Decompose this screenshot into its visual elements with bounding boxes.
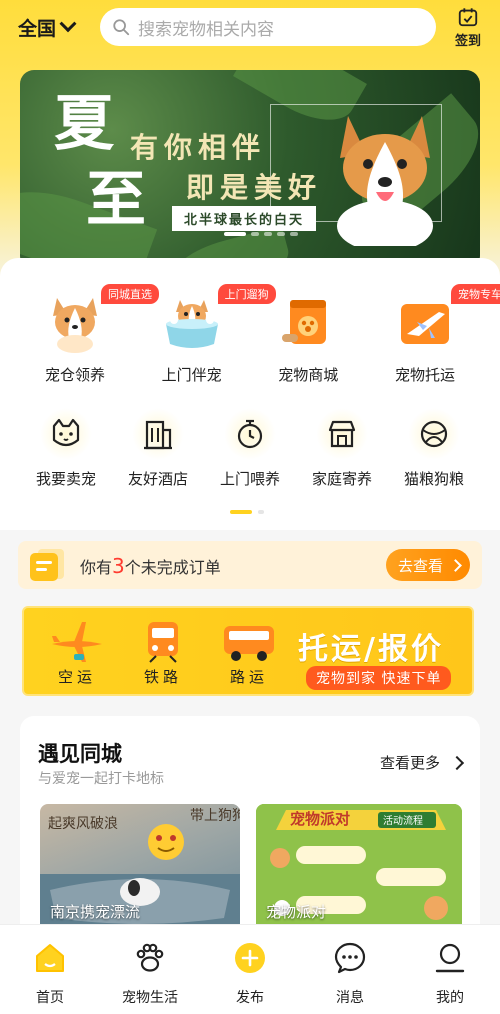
mode-label: 空运 bbox=[57, 668, 96, 686]
card-caption: 南京携宠漂流 bbox=[50, 903, 141, 921]
shipping-title: 托运/报价 bbox=[298, 632, 444, 667]
service-pet-shipping[interactable]: 宠物专车 宠物托运 bbox=[370, 284, 500, 385]
svg-text:起爽风破浪: 起爽风破浪 bbox=[48, 816, 118, 832]
section-title: 遇见同城 bbox=[38, 742, 122, 766]
building-icon bbox=[144, 420, 172, 450]
service-label: 我要卖宠 bbox=[35, 470, 96, 488]
mode-road[interactable]: 路运 bbox=[214, 618, 284, 687]
dog-bath-icon bbox=[165, 300, 218, 348]
cat-face-icon bbox=[52, 418, 80, 447]
service-foster[interactable]: 家庭寄养 bbox=[296, 408, 388, 489]
service-label: 宠物托运 bbox=[394, 366, 455, 384]
mode-label: 路运 bbox=[229, 668, 268, 686]
city-selector[interactable]: 全国 bbox=[18, 14, 77, 41]
mode-air[interactable]: 空运 bbox=[42, 618, 112, 687]
service-label: 友好酒店 bbox=[127, 470, 188, 488]
stopwatch-icon bbox=[237, 419, 263, 449]
view-more-link[interactable]: 查看更多 bbox=[380, 752, 462, 773]
tab-label: 宠物生活 bbox=[122, 990, 178, 1006]
banner-tag: 北半球最长的白天 bbox=[172, 206, 317, 231]
tab-label: 我的 bbox=[436, 990, 464, 1006]
checkin-button[interactable]: 签到 bbox=[448, 6, 488, 49]
paw-icon bbox=[136, 943, 164, 972]
search-placeholder: 搜索宠物相关内容 bbox=[138, 19, 274, 40]
view-more-label: 查看更多 bbox=[379, 754, 440, 772]
primary-services: 同城直选 宠仓领养 上门遛狗 上门伴宠 宠物商城 宠物专车 宠物托运 bbox=[20, 284, 500, 385]
banner-line-1: 有你相伴 bbox=[130, 131, 267, 164]
pet-food-bag-icon bbox=[282, 300, 327, 344]
tab-label: 发布 bbox=[236, 990, 264, 1006]
service-label: 家庭寄养 bbox=[311, 470, 372, 488]
corgi-icon bbox=[53, 298, 97, 353]
nearby-card[interactable]: 宠物派对 活动流程 宠物派对 bbox=[256, 804, 462, 934]
calendar-icon bbox=[458, 8, 478, 27]
service-sell-pet[interactable]: 我要卖宠 bbox=[20, 408, 112, 489]
view-orders-label: 去查看 bbox=[398, 556, 444, 575]
service-label: 上门伴宠 bbox=[161, 366, 222, 384]
card-caption: 宠物派对 bbox=[266, 903, 327, 921]
svg-text:活动流程: 活动流程 bbox=[383, 814, 423, 827]
city-label: 全国 bbox=[18, 18, 57, 40]
plus-icon bbox=[235, 943, 265, 973]
service-adopt[interactable]: 同城直选 宠仓领养 bbox=[20, 284, 159, 385]
service-pet-sitting[interactable]: 上门遛狗 上门伴宠 bbox=[137, 284, 276, 385]
orders-text: 你有3个未完成订单 bbox=[80, 554, 221, 578]
chevron-down-icon bbox=[59, 14, 77, 32]
order-list-icon bbox=[30, 549, 64, 581]
promo-banner[interactable]: 夏 至 有你相伴 即是美好 北半球最长的白天 bbox=[20, 70, 480, 270]
train-icon bbox=[148, 622, 178, 663]
message-icon bbox=[334, 942, 366, 974]
checkin-label: 签到 bbox=[454, 34, 481, 49]
secondary-services: 我要卖宠 友好酒店 上门喂养 家庭寄养 猫粮狗粮 bbox=[20, 408, 480, 489]
banner-pagination bbox=[224, 232, 298, 236]
mode-label: 铁路 bbox=[143, 668, 182, 686]
orders-prefix: 你有 bbox=[80, 558, 113, 577]
tab-profile[interactable]: 我的 bbox=[405, 925, 495, 1014]
tab-home[interactable]: 首页 bbox=[5, 925, 95, 1014]
banner-line-2: 即是美好 bbox=[186, 171, 323, 204]
svg-text:带上狗狗: 带上狗狗 bbox=[190, 808, 240, 824]
tab-label: 消息 bbox=[336, 990, 364, 1006]
svg-text:宠物派对: 宠物派对 bbox=[290, 810, 350, 828]
banner-char-1: 夏 bbox=[54, 89, 114, 159]
shipping-quote-banner[interactable]: 空运 铁路 路运 托运/报价 宠物到家 快速下单 bbox=[22, 606, 474, 696]
section-subtitle: 与爱宠一起打卡地标 bbox=[38, 771, 164, 787]
tab-messages[interactable]: 消息 bbox=[305, 925, 395, 1014]
service-label: 猫粮狗粮 bbox=[403, 470, 464, 488]
house-icon bbox=[328, 420, 356, 448]
mode-rail[interactable]: 铁路 bbox=[128, 618, 198, 687]
orders-suffix: 个未完成订单 bbox=[124, 558, 221, 577]
service-badge: 宠物专车 bbox=[450, 284, 500, 304]
services-pagination bbox=[230, 510, 264, 514]
airplane-box-icon bbox=[400, 304, 449, 344]
profile-icon bbox=[435, 943, 465, 973]
service-label: 宠物商城 bbox=[278, 366, 339, 384]
service-hotel[interactable]: 友好酒店 bbox=[112, 408, 204, 489]
search-icon bbox=[113, 19, 130, 36]
service-pet-food[interactable]: 猫粮狗粮 bbox=[388, 408, 480, 489]
corgi-illustration bbox=[337, 116, 433, 246]
shipping-subtitle: 宠物到家 快速下单 bbox=[306, 666, 452, 690]
service-pet-mall[interactable]: 宠物商城 bbox=[253, 290, 363, 385]
service-label: 上门喂养 bbox=[219, 470, 280, 488]
top-bar: 全国 搜索宠物相关内容 签到 bbox=[0, 0, 500, 56]
airplane-icon bbox=[52, 622, 102, 662]
service-label: 宠仓领养 bbox=[44, 366, 105, 384]
service-feeding[interactable]: 上门喂养 bbox=[204, 408, 296, 489]
tab-publish[interactable]: 发布 bbox=[205, 925, 295, 1014]
orders-count: 3 bbox=[112, 554, 125, 578]
bottom-tab-bar: 首页 宠物生活 发布 消息 我的 bbox=[0, 924, 500, 1014]
home-icon bbox=[36, 944, 64, 972]
search-input[interactable]: 搜索宠物相关内容 bbox=[100, 8, 436, 46]
services-grid: 同城直选 宠仓领养 上门遛狗 上门伴宠 宠物商城 宠物专车 宠物托运 我要卖宠 … bbox=[20, 258, 500, 526]
nearby-card[interactable]: 起爽风破浪 带上狗狗 南京携宠漂流 bbox=[40, 804, 240, 934]
bus-icon bbox=[224, 626, 274, 661]
tab-label: 首页 bbox=[36, 990, 64, 1006]
view-orders-button[interactable]: 去查看 bbox=[386, 549, 470, 581]
tab-pet-life[interactable]: 宠物生活 bbox=[105, 925, 195, 1014]
ball-icon bbox=[420, 420, 448, 448]
banner-char-2: 至 bbox=[86, 165, 146, 235]
unfinished-orders-bar[interactable]: 你有3个未完成订单 去查看 bbox=[18, 541, 482, 589]
